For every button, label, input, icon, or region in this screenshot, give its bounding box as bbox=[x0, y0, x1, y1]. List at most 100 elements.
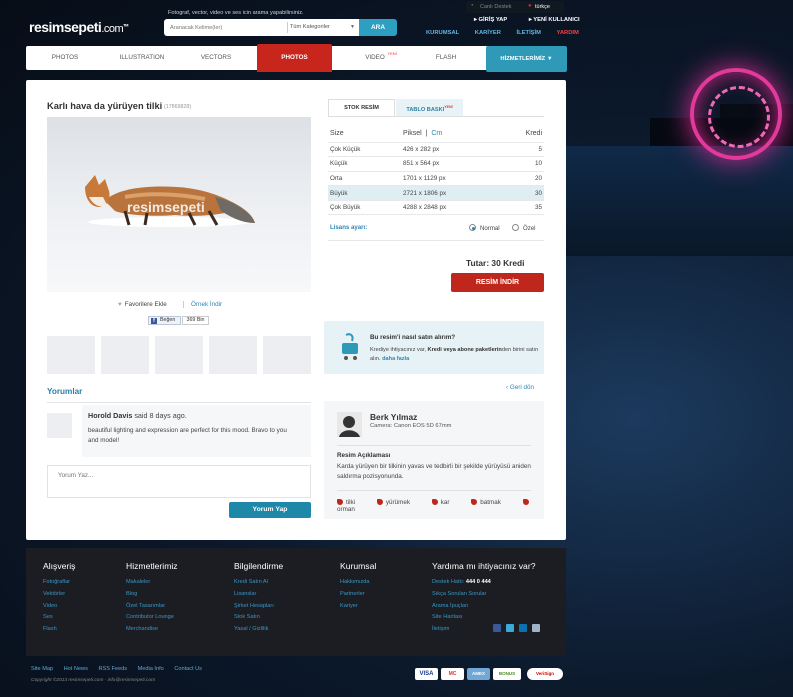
footer-link[interactable]: Kariyer bbox=[340, 601, 376, 613]
footer-link[interactable]: Arama İpuçları bbox=[432, 601, 535, 613]
mail-icon[interactable] bbox=[531, 624, 540, 632]
camera-info: Camera: Canon EOS 5D 67mm bbox=[370, 423, 452, 429]
table-row-selected[interactable]: Büyük 2721 x 1806 px 30 bbox=[328, 185, 544, 201]
link-sitemap[interactable]: Site Map bbox=[31, 666, 53, 672]
comment-author[interactable]: Horold Davis bbox=[88, 411, 132, 420]
artist-name[interactable]: Berk Yılmaz bbox=[370, 412, 417, 422]
divider bbox=[328, 240, 544, 241]
tab-photos-active[interactable]: PHOTOS bbox=[257, 44, 332, 72]
divider bbox=[287, 22, 288, 33]
login-link[interactable]: ▸ GİRİŞ YAP bbox=[474, 17, 517, 23]
divider bbox=[337, 445, 531, 446]
footer-link[interactable]: Kredi Satın Al bbox=[234, 577, 283, 589]
linkedin-icon[interactable] bbox=[518, 624, 527, 632]
live-support-link[interactable]: Canlı Destek bbox=[480, 4, 512, 10]
footer-link[interactable]: Partnerler bbox=[340, 589, 376, 601]
tag[interactable]: batmak bbox=[471, 499, 511, 506]
verisign-badge-icon: VeriSign bbox=[527, 668, 563, 680]
footer-link[interactable]: Özel Tasarımlar bbox=[126, 601, 178, 613]
footer-col-corporate: Kurumsal Hakkımızda Partnerler Kariyer bbox=[340, 561, 376, 612]
register-link[interactable]: ▸ YENİ KULLANICI bbox=[529, 17, 590, 23]
table-row[interactable]: Küçük 851 x 564 px 10 bbox=[328, 156, 544, 172]
footer-link[interactable]: Lisanslar bbox=[234, 589, 283, 601]
footer-link[interactable]: Sıkça Sorulan Sorular bbox=[432, 589, 535, 601]
thumbnail[interactable] bbox=[209, 336, 257, 374]
table-row[interactable]: Çok Küçük 426 x 282 px 5 bbox=[328, 142, 544, 158]
footer-link[interactable]: Flash bbox=[43, 624, 75, 636]
thumbnail[interactable] bbox=[47, 336, 95, 374]
facebook-like-button[interactable]: f Beğen bbox=[148, 316, 181, 325]
tab-illustration[interactable]: ILLUSTRATION bbox=[104, 46, 180, 70]
link-contact-us[interactable]: Contact Us bbox=[174, 666, 202, 672]
comment-input[interactable] bbox=[58, 472, 298, 492]
footer-link[interactable]: Video bbox=[43, 601, 75, 613]
artist-avatar[interactable] bbox=[337, 412, 362, 437]
search-input[interactable] bbox=[170, 22, 280, 33]
footer-link[interactable]: Ses bbox=[43, 612, 75, 624]
link-rss[interactable]: RSS Feeds bbox=[98, 666, 127, 672]
amex-icon: AMEX bbox=[467, 668, 490, 680]
submit-comment-button[interactable]: Yorum Yap bbox=[229, 502, 311, 518]
table-row[interactable]: Çok Büyük 4288 x 2848 px 35 bbox=[328, 200, 544, 216]
twitter-icon[interactable] bbox=[505, 624, 514, 632]
category-select[interactable]: Tüm Kategoriler bbox=[290, 24, 330, 30]
cm-toggle[interactable]: Cm bbox=[431, 130, 442, 137]
link-career[interactable]: KARİYER bbox=[475, 30, 501, 36]
footer-link[interactable]: Vektörler bbox=[43, 589, 75, 601]
footer-link[interactable]: Merchandise bbox=[126, 624, 178, 636]
size-table: Size Piksel | Cm Kredi Çok Küçük 426 x 28… bbox=[328, 126, 544, 216]
download-button[interactable]: RESİM İNDİR bbox=[451, 273, 544, 292]
link-help[interactable]: YARDIM bbox=[557, 30, 579, 36]
total-price: Tutar: 30 Kredi bbox=[466, 258, 525, 268]
sample-download-link[interactable]: Örnek İndir bbox=[191, 301, 222, 308]
footer-col-info: Bilgilendirme Kredi Satın Al Lisanslar Ş… bbox=[234, 561, 283, 636]
footer-link[interactable]: Site Haritası bbox=[432, 612, 535, 624]
license-special-radio[interactable]: Özel bbox=[512, 224, 536, 232]
tab-stock-image[interactable]: STOK RESİM bbox=[328, 99, 395, 116]
like-count: 369 Bin bbox=[182, 316, 209, 325]
footer-link[interactable]: Blog bbox=[126, 589, 178, 601]
thumbnail[interactable] bbox=[101, 336, 149, 374]
help-title: Bu resim'i nasıl satın alırım? bbox=[370, 334, 456, 341]
new-badge: YENİ bbox=[387, 51, 397, 56]
footer-link[interactable]: Makaleler bbox=[126, 577, 178, 589]
tab-vectors[interactable]: VECTORS bbox=[180, 46, 252, 70]
facebook-icon[interactable] bbox=[493, 624, 501, 632]
favorite-button[interactable]: ♥ Favorilere Ekle bbox=[118, 301, 167, 308]
search-button[interactable]: ARA bbox=[359, 19, 397, 36]
footer-link[interactable]: Stok Satın bbox=[234, 612, 283, 624]
language-select[interactable]: türkçe bbox=[535, 4, 550, 10]
thumbnail[interactable] bbox=[155, 336, 203, 374]
tab-video[interactable]: VIDEO YENİ bbox=[336, 46, 414, 70]
license-normal-radio[interactable]: Normal bbox=[469, 224, 500, 232]
tab-photos[interactable]: PHOTOS bbox=[26, 46, 104, 70]
link-hot-news[interactable]: Hot News bbox=[64, 666, 88, 672]
tag[interactable]: tilki bbox=[337, 499, 365, 506]
link-contact[interactable]: İLETİŞİM bbox=[517, 30, 541, 36]
footer-link[interactable]: Fotoğraflar bbox=[43, 577, 75, 589]
services-dropdown[interactable]: HİZMETLERİMİZ ▼ bbox=[486, 46, 567, 72]
table-row[interactable]: Orta 1701 x 1129 px 20 bbox=[328, 171, 544, 187]
tag-icon bbox=[522, 499, 529, 505]
avatar bbox=[47, 413, 72, 438]
tab-flash[interactable]: FLASH bbox=[414, 46, 478, 70]
help-text: Krediye ihtiyacınız var, Kredi veya abon… bbox=[370, 347, 539, 362]
license-label: Lisans ayarı: bbox=[330, 224, 368, 231]
footer-link[interactable]: Yasal / Gizlilik bbox=[234, 624, 283, 636]
back-link[interactable]: ‹ Geri dön bbox=[506, 384, 534, 391]
tag[interactable]: kar bbox=[431, 499, 460, 506]
tag-icon bbox=[376, 499, 383, 505]
footer-link[interactable]: Hakkımızda bbox=[340, 577, 376, 589]
tag[interactable]: yürümek bbox=[376, 499, 420, 506]
logo[interactable]: resimsepeti.comTM bbox=[29, 19, 128, 35]
footer-link[interactable]: Şirket Hesapları bbox=[234, 601, 283, 613]
flag-icon: ● bbox=[528, 3, 532, 9]
main-photo[interactable]: resimsepeti bbox=[47, 117, 311, 292]
thumbnail[interactable] bbox=[263, 336, 311, 374]
link-media-info[interactable]: Media Info bbox=[138, 666, 164, 672]
footer-link[interactable]: Contributor Lounge bbox=[126, 612, 178, 624]
tab-print[interactable]: TABLO BASKIYENİ bbox=[396, 99, 463, 116]
more-link[interactable]: daha fazla bbox=[382, 356, 409, 362]
link-corporate[interactable]: KURUMSAL bbox=[426, 30, 459, 36]
chevron-down-icon: ▼ bbox=[546, 56, 553, 62]
